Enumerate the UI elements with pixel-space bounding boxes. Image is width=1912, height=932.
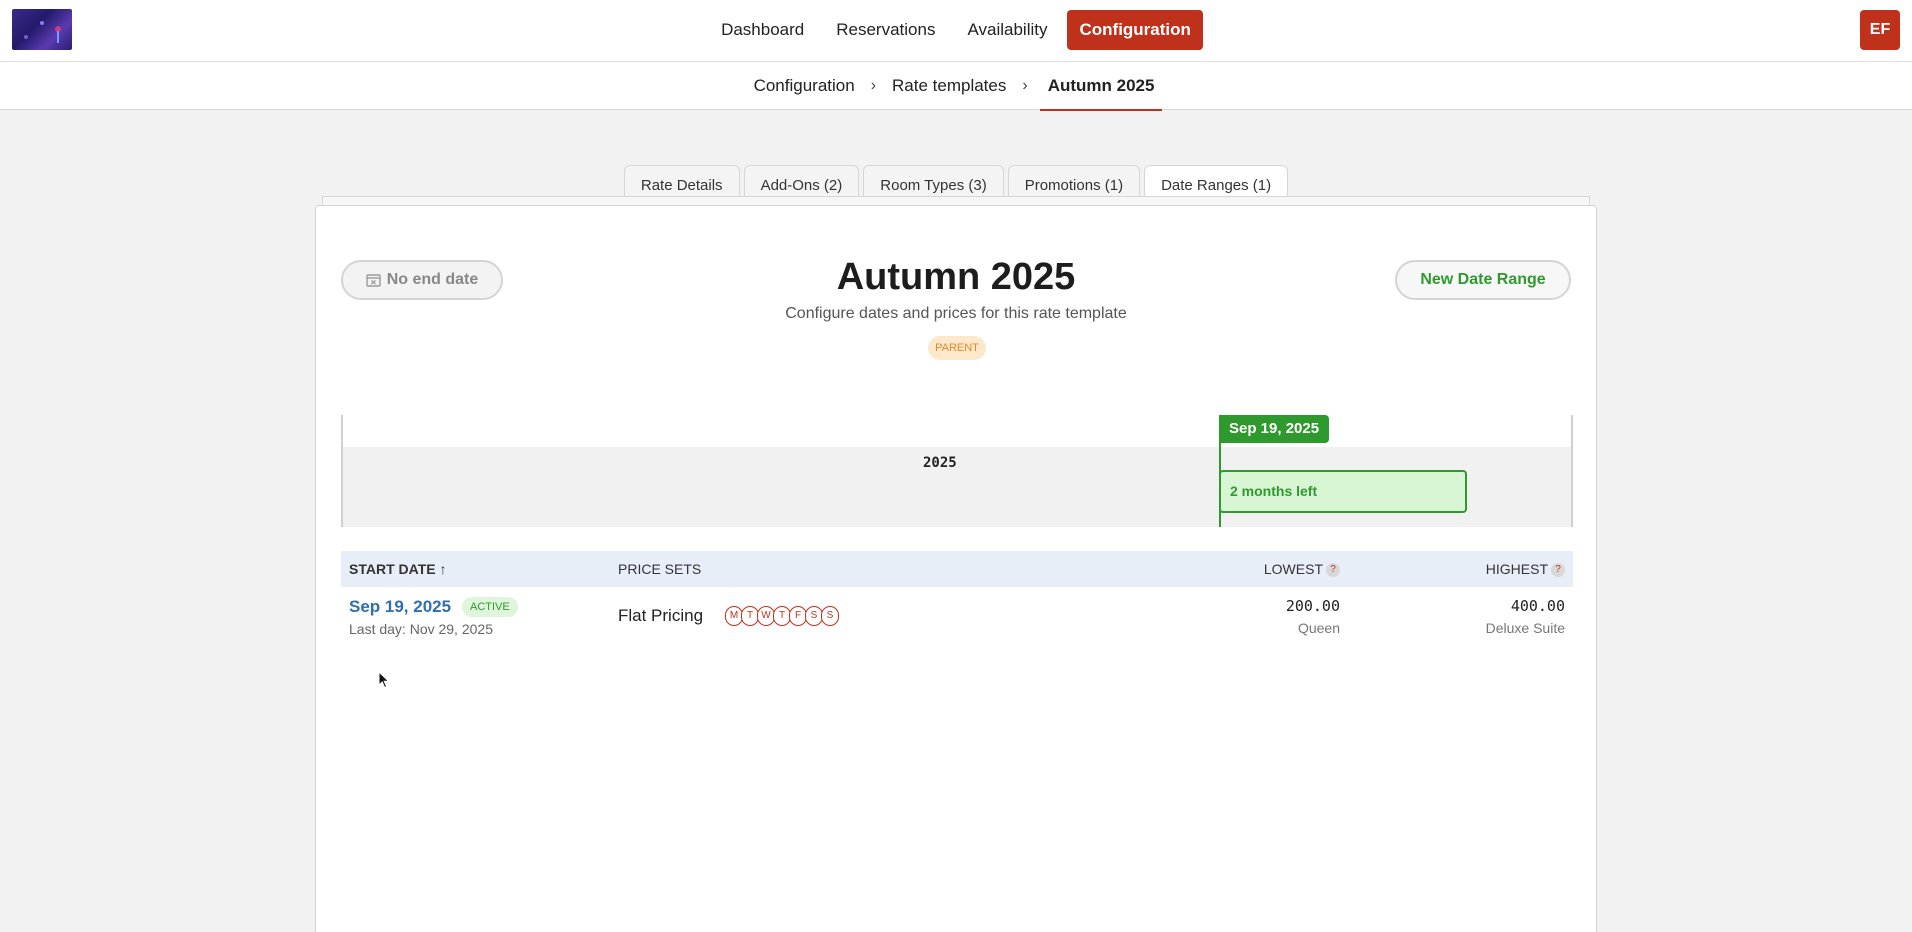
start-date-link[interactable]: Sep 19, 2025 bbox=[349, 597, 451, 617]
weekday-indicators: M T W T F S S bbox=[725, 606, 839, 626]
highest-price: 400.00 bbox=[1510, 597, 1565, 615]
nav-availability[interactable]: Availability bbox=[955, 10, 1059, 50]
column-price-sets: PRICE SETS bbox=[618, 561, 702, 577]
column-lowest-label: LOWEST bbox=[1263, 561, 1323, 577]
main-nav: Dashboard Reservations Availability Conf… bbox=[0, 10, 1912, 50]
table-row: Sep 19, 2025 ACTIVE Last day: Nov 29, 20… bbox=[341, 587, 1573, 643]
table-header: START DATE ↑ PRICE SETS LOWEST? HIGHEST? bbox=[341, 551, 1573, 587]
last-day-text: Last day: Nov 29, 2025 bbox=[349, 621, 493, 637]
date-ranges-panel: No end date Autumn 2025 Configure dates … bbox=[315, 205, 1597, 932]
help-icon[interactable]: ? bbox=[1326, 563, 1340, 578]
timeline-marker-date: Sep 19, 2025 bbox=[1219, 415, 1330, 443]
nav-configuration[interactable]: Configuration bbox=[1067, 10, 1203, 50]
breadcrumb-separator-icon: › bbox=[1022, 77, 1028, 94]
status-badge: ACTIVE bbox=[462, 597, 518, 617]
top-navigation-bar: Dashboard Reservations Availability Conf… bbox=[0, 0, 1912, 62]
user-avatar[interactable]: EF bbox=[1860, 10, 1900, 50]
lowest-price: 200.00 bbox=[1285, 597, 1340, 615]
lowest-room-type: Queen bbox=[1297, 620, 1340, 636]
parent-badge: PARENT bbox=[928, 336, 986, 360]
nav-reservations[interactable]: Reservations bbox=[824, 10, 947, 50]
new-date-range-button[interactable]: New Date Range bbox=[1395, 260, 1571, 300]
timeline-year-label: 2025 bbox=[923, 455, 957, 471]
page-subtitle: Configure dates and prices for this rate… bbox=[785, 305, 1127, 322]
date-ranges-table: START DATE ↑ PRICE SETS LOWEST? HIGHEST?… bbox=[341, 551, 1573, 643]
highest-room-type: Deluxe Suite bbox=[1485, 620, 1565, 636]
breadcrumb-bar: Configuration › Rate templates › Autumn … bbox=[0, 62, 1912, 111]
breadcrumb-configuration[interactable]: Configuration bbox=[750, 76, 859, 96]
column-highest: HIGHEST? bbox=[1486, 551, 1565, 587]
date-range-timeline: 2025 Sep 19, 2025 2 months left bbox=[341, 415, 1573, 527]
nav-dashboard[interactable]: Dashboard bbox=[709, 10, 816, 50]
mouse-cursor-icon bbox=[378, 671, 390, 689]
weekday-sunday: S bbox=[821, 606, 839, 626]
column-start-date[interactable]: START DATE ↑ bbox=[349, 551, 446, 587]
column-lowest: LOWEST? bbox=[1264, 551, 1340, 587]
breadcrumb-rate-templates[interactable]: Rate templates bbox=[888, 76, 1010, 96]
column-highest-label: HIGHEST bbox=[1485, 561, 1548, 577]
price-set-name: Flat Pricing bbox=[618, 606, 704, 625]
timeline-range-bar[interactable]: 2 months left bbox=[1219, 470, 1467, 513]
breadcrumb-separator-icon: › bbox=[870, 77, 877, 94]
breadcrumb-current: Autumn 2025 bbox=[1039, 62, 1163, 111]
breadcrumb: Configuration › Rate templates › Autumn … bbox=[0, 62, 1912, 111]
help-icon[interactable]: ? bbox=[1551, 563, 1565, 578]
